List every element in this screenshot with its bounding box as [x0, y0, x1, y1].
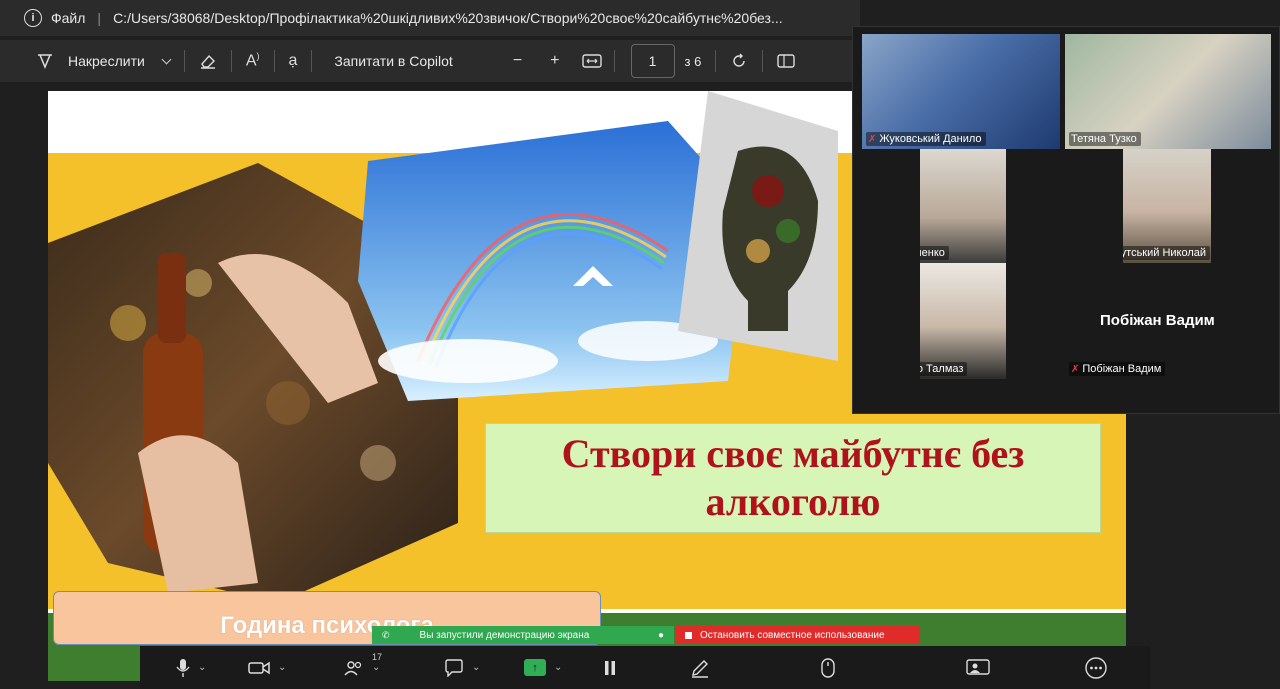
- video-camera-icon: [248, 661, 270, 674]
- chevron-down-icon: ⌄: [278, 662, 287, 673]
- meeting-controls: ⌄ ⌄ ⌄ 17 ⌄ ↑ ⌄: [140, 646, 1150, 689]
- participant-tile[interactable]: ✗ Жуковський Данило: [862, 34, 1060, 149]
- page-view-icon[interactable]: [777, 53, 796, 69]
- stop-icon: [685, 631, 692, 639]
- participant-tile[interactable]: ✗Михайло Талмаз: [920, 263, 1006, 379]
- pdf-toolbar: Накреслити A) ạ Запитати в Copilot − + 1…: [0, 40, 860, 82]
- participant-name: Краснокутський Николай: [1123, 247, 1207, 259]
- participant-name-tag: ✗Краснокутський Николай: [1123, 246, 1211, 260]
- slide-title-box: Створи своє майбутнє без алкоголю: [485, 423, 1101, 533]
- share-screen-icon: ↑: [524, 659, 546, 676]
- divider: [311, 50, 313, 72]
- participant-name: Михайло Талмаз: [920, 363, 964, 375]
- mouse-icon: [821, 657, 835, 678]
- participant-name: Тетяна Тузко: [1071, 133, 1137, 145]
- address-path[interactable]: C:/Users/38068/Desktop/Профілактика%20шк…: [113, 10, 783, 26]
- pause-icon: [605, 660, 615, 675]
- translate-icon[interactable]: ạ: [289, 52, 298, 70]
- divider: [273, 50, 275, 72]
- divider: [715, 50, 717, 72]
- zoom-in-button[interactable]: +: [550, 52, 559, 70]
- participant-name: Жуковський Данило: [879, 133, 982, 145]
- page-number-input[interactable]: 1: [630, 44, 675, 78]
- alcohol-head-image: [678, 91, 838, 361]
- participant-name-tag: ✗ Побіжан Вадим: [1069, 362, 1166, 376]
- draw-button[interactable]: Накреслити: [36, 52, 172, 70]
- chevron-down-icon: ⌄: [554, 662, 563, 673]
- screen-share-status: ✆ Вы запустили демонстрацию экрана ●: [372, 626, 674, 644]
- stop-share-button[interactable]: Остановить совместное использование: [676, 626, 920, 644]
- info-icon[interactable]: i: [24, 9, 42, 27]
- draw-label: Накреслити: [68, 53, 145, 69]
- chevron-down-icon: [161, 54, 172, 64]
- ask-copilot-button[interactable]: Запитати в Copilot: [334, 53, 452, 69]
- chat-icon: [445, 658, 463, 677]
- participant-name-tag: Тетяна Тузко: [1069, 132, 1141, 146]
- video-button[interactable]: ⌄: [248, 646, 286, 689]
- divider: [762, 50, 764, 72]
- view-button[interactable]: [966, 646, 990, 689]
- slide-title: Створи своє майбутнє без алкоголю: [561, 431, 1025, 524]
- microphone-icon: [176, 658, 190, 677]
- participants-count: 17: [372, 652, 383, 662]
- chat-button[interactable]: ⌄: [444, 646, 480, 689]
- participant-name-tag: ✗ Жуковський Данило: [866, 132, 986, 146]
- more-icon: [1085, 656, 1107, 679]
- participant-tile[interactable]: Тетяна Тузко: [1065, 34, 1271, 149]
- share-screen-button[interactable]: ↑ ⌄: [524, 646, 562, 689]
- participant-tile[interactable]: ✗Лев Ляшенко: [920, 149, 1006, 263]
- divider: [613, 50, 615, 72]
- microphone-button[interactable]: ⌄: [176, 646, 206, 689]
- pencil-icon: [692, 659, 708, 678]
- participants-panel: ✗Жуковський Данило Тетяна Тузко ✗Лев Ляш…: [852, 26, 1280, 414]
- screen-view-icon: [966, 658, 990, 675]
- participant-placeholder-name: Побіжан Вадим: [1100, 312, 1215, 329]
- eraser-icon[interactable]: [199, 52, 217, 70]
- screen: i Файл | C:/Users/38068/Desktop/Профілак…: [0, 0, 1280, 689]
- participant-tile[interactable]: ✗Краснокутський Николай: [1123, 149, 1211, 263]
- participants-icon: [344, 660, 362, 675]
- share-status-label: Вы запустили демонстрацию экрана: [419, 629, 590, 641]
- fit-width-icon[interactable]: [581, 53, 602, 69]
- phone-icon: ✆: [382, 629, 390, 640]
- divider: [230, 50, 232, 72]
- mic-muted-icon: ✗: [1071, 363, 1080, 375]
- participant-name-tag: ✗Михайло Талмаз: [920, 362, 968, 376]
- shield-icon: ●: [657, 629, 664, 641]
- stop-share-label: Остановить совместное использование: [700, 629, 885, 641]
- zoom-out-button[interactable]: −: [513, 52, 522, 70]
- pause-share-button[interactable]: [604, 646, 616, 689]
- participant-name-tag: ✗Лев Ляшенко: [920, 246, 949, 260]
- rotate-icon[interactable]: [730, 52, 748, 70]
- divider: [183, 50, 185, 72]
- draw-pen-icon: [38, 54, 52, 69]
- participant-name: Лев Ляшенко: [920, 247, 945, 259]
- annotate-button[interactable]: [690, 646, 710, 689]
- address-separator: |: [97, 10, 102, 26]
- file-label[interactable]: Файл: [51, 10, 85, 26]
- remote-control-button[interactable]: [821, 646, 835, 689]
- mic-muted-icon: ✗: [868, 133, 877, 145]
- address-bar: i Файл | C:/Users/38068/Desktop/Профілак…: [0, 0, 860, 36]
- more-options-button[interactable]: [1085, 646, 1107, 689]
- chevron-down-icon: ⌄: [372, 662, 381, 673]
- chevron-down-icon: ⌄: [472, 662, 481, 673]
- chevron-down-icon: ⌄: [198, 662, 207, 673]
- participant-name: Побіжан Вадим: [1082, 363, 1162, 375]
- page-total: з 6: [684, 53, 702, 69]
- read-aloud-icon[interactable]: A): [246, 51, 260, 70]
